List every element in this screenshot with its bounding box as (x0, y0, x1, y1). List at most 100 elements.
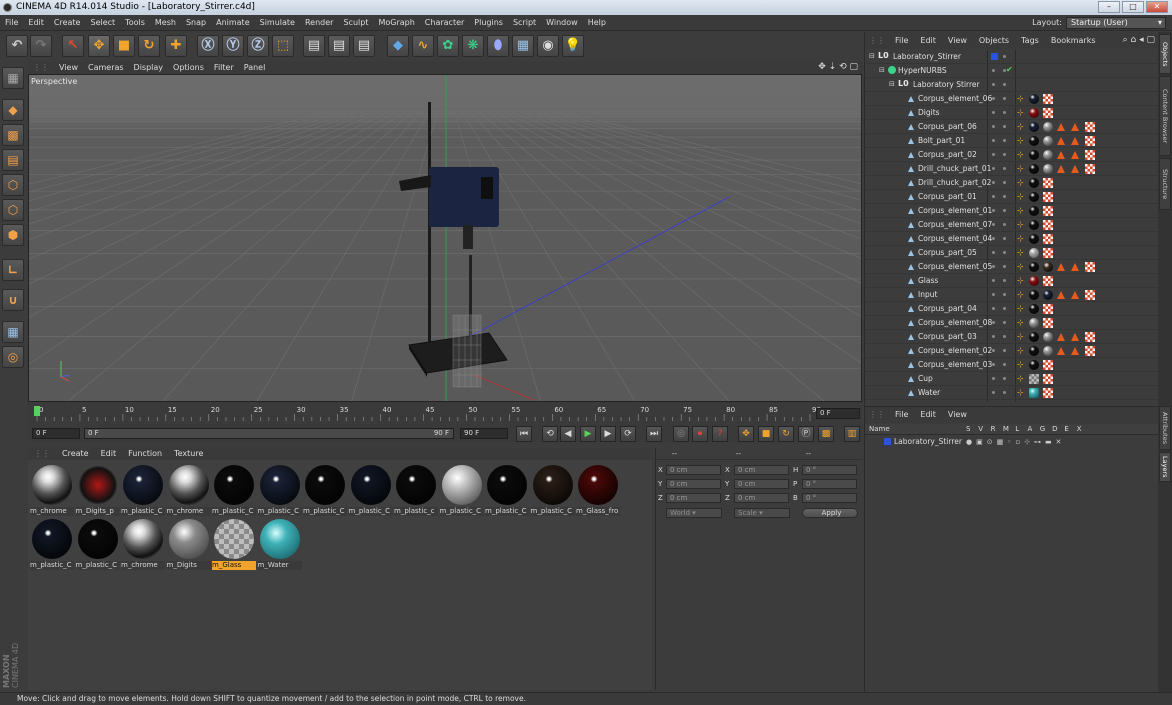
range-slider[interactable]: 0 F 90 F (84, 428, 454, 439)
om-menu-edit[interactable]: Edit (914, 32, 942, 49)
material-swatch[interactable]: m_plastic_C (485, 463, 529, 516)
material-swatch[interactable]: m_Glass_fro (576, 463, 620, 516)
selection-tag-icon[interactable] (1057, 291, 1065, 299)
next-frame-icon[interactable]: ▶ (600, 426, 616, 442)
material-tag-icon[interactable] (1029, 346, 1039, 356)
object-row[interactable]: Corpus_part_04 ⊹ (865, 302, 1159, 316)
editor-visibility-dot[interactable] (992, 111, 995, 114)
record-keys-icon[interactable]: ◎ (673, 426, 689, 442)
maximize-button[interactable]: □ (1122, 1, 1144, 13)
editor-visibility-dot[interactable] (992, 265, 995, 268)
object-row[interactable]: Corpus_element_05 ⊹ (865, 260, 1159, 274)
texture-tag-icon[interactable] (1043, 220, 1053, 230)
menu-edit[interactable]: Edit (23, 15, 49, 31)
selection-tag-icon[interactable] (1057, 333, 1065, 341)
autokeying-icon[interactable]: ⏺ (692, 426, 708, 442)
undo-icon[interactable]: ↶ (6, 35, 28, 57)
make-editable-icon[interactable]: ▦ (2, 67, 24, 89)
material-tag-icon[interactable] (1029, 248, 1039, 258)
render-visibility-dot[interactable] (1003, 237, 1006, 240)
render-visibility-dot[interactable] (1003, 167, 1006, 170)
material-tag-icon[interactable] (1043, 136, 1053, 146)
editor-visibility-dot[interactable] (992, 349, 995, 352)
material-tag-icon[interactable] (1029, 122, 1039, 132)
object-row[interactable]: Corpus_element_02 ⊹ (865, 344, 1159, 358)
render-visibility-dot[interactable] (1003, 83, 1006, 86)
viewport-menu-view[interactable]: View (54, 61, 83, 74)
selection-tag-icon[interactable] (1071, 263, 1079, 271)
texture-tag-icon[interactable] (1043, 374, 1053, 384)
object-row[interactable]: Bolt_part_01 ⊹ (865, 134, 1159, 148)
editor-visibility-dot[interactable] (992, 279, 995, 282)
key-rotation-icon[interactable]: ↻ (778, 426, 794, 442)
editor-visibility-dot[interactable] (992, 195, 995, 198)
render-visibility-dot[interactable] (1003, 251, 1006, 254)
start-frame-field[interactable]: 0 F (32, 428, 80, 439)
material-tag-icon[interactable] (1029, 262, 1039, 272)
material-tag-icon[interactable] (1029, 192, 1039, 202)
material-swatch[interactable]: m_Digits (166, 517, 211, 570)
texture-tag-icon[interactable] (1043, 248, 1053, 258)
render-visibility-dot[interactable] (1003, 139, 1006, 142)
material-tag-icon[interactable] (1029, 332, 1039, 342)
expand-icon[interactable]: ⊟ (889, 80, 895, 88)
selection-tag-icon[interactable] (1071, 123, 1079, 131)
material-tag-icon[interactable] (1029, 108, 1039, 118)
go-to-end-icon[interactable]: ⏭ (646, 426, 662, 442)
selection-tag-icon[interactable] (1057, 123, 1065, 131)
layer-menu-file[interactable]: File (889, 407, 914, 423)
editor-visibility-dot[interactable] (992, 181, 995, 184)
object-manager-nav-icons[interactable]: ⌕ ⌂ ◂ ▢ (1123, 32, 1155, 49)
texture-tag-icon[interactable] (1085, 332, 1095, 342)
polygons-mode-icon[interactable]: ⬢ (2, 224, 24, 246)
selection-tag-icon[interactable] (1071, 137, 1079, 145)
om-menu-tags[interactable]: Tags (1015, 32, 1045, 49)
workplane-mode-icon[interactable]: ▤ (2, 149, 24, 171)
layer-column-g[interactable]: G (1040, 424, 1045, 435)
texture-tag-icon[interactable] (1043, 206, 1053, 216)
material-swatch[interactable]: m_plastic_C (212, 463, 256, 516)
go-to-start-icon[interactable]: ⏮ (516, 426, 532, 442)
material-tag-icon[interactable] (1029, 318, 1039, 328)
editor-visibility-dot[interactable] (992, 251, 995, 254)
om-menu-bookmarks[interactable]: Bookmarks (1045, 32, 1102, 49)
render-visibility-dot[interactable] (1003, 223, 1006, 226)
texture-tag-icon[interactable] (1043, 192, 1053, 202)
coordinate-mode-select[interactable]: World ▾ (666, 508, 722, 518)
editor-visibility-dot[interactable] (992, 377, 995, 380)
texture-tag-icon[interactable] (1043, 388, 1053, 398)
layer-menu-edit[interactable]: Edit (914, 407, 942, 423)
key-position-icon[interactable]: ✥ (738, 426, 754, 442)
array-icon[interactable]: ❋ (462, 35, 484, 57)
material-tag-icon[interactable] (1029, 276, 1039, 286)
editor-visibility-dot[interactable] (992, 153, 995, 156)
material-swatch[interactable]: m_plastic_C (257, 463, 302, 516)
layer-column-s[interactable]: S (966, 424, 970, 435)
editor-visibility-dot[interactable] (992, 167, 995, 170)
x-axis-lock-icon[interactable]: Ⓧ (197, 35, 219, 57)
nurbs-icon[interactable]: ✿ (437, 35, 459, 57)
selection-tag-icon[interactable] (1071, 291, 1079, 299)
current-frame-field[interactable]: 0 F (816, 408, 860, 419)
material-tag-icon[interactable] (1029, 220, 1039, 230)
texture-tag-icon[interactable] (1043, 94, 1053, 104)
menu-select[interactable]: Select (85, 15, 120, 31)
texture-tag-icon[interactable] (1085, 122, 1095, 132)
material-tag-icon[interactable] (1043, 262, 1053, 272)
editor-visibility-dot[interactable] (992, 223, 995, 226)
texture-tag-icon[interactable] (1043, 276, 1053, 286)
layer-column-name[interactable]: Name (869, 424, 890, 435)
texture-tag-icon[interactable] (1043, 234, 1053, 244)
viewport-menu-display[interactable]: Display (129, 61, 169, 74)
layer-column-m[interactable]: M (1003, 424, 1009, 435)
object-row[interactable]: Drill_chuck_part_01 ⊹ (865, 162, 1159, 176)
object-row[interactable]: Drill_chuck_part_02 ⊹ (865, 176, 1159, 190)
material-swatch[interactable]: m_chrome (166, 463, 211, 516)
coordinate-system-icon[interactable]: ⬚ (272, 35, 294, 57)
texture-tag-icon[interactable] (1043, 360, 1053, 370)
material-swatch[interactable]: m_plastic_C (348, 463, 393, 516)
object-row[interactable]: Digits ⊹ (865, 106, 1159, 120)
render-visibility-dot[interactable] (1003, 391, 1006, 394)
render-visibility-dot[interactable] (1003, 307, 1006, 310)
material-tag-icon[interactable] (1043, 122, 1053, 132)
